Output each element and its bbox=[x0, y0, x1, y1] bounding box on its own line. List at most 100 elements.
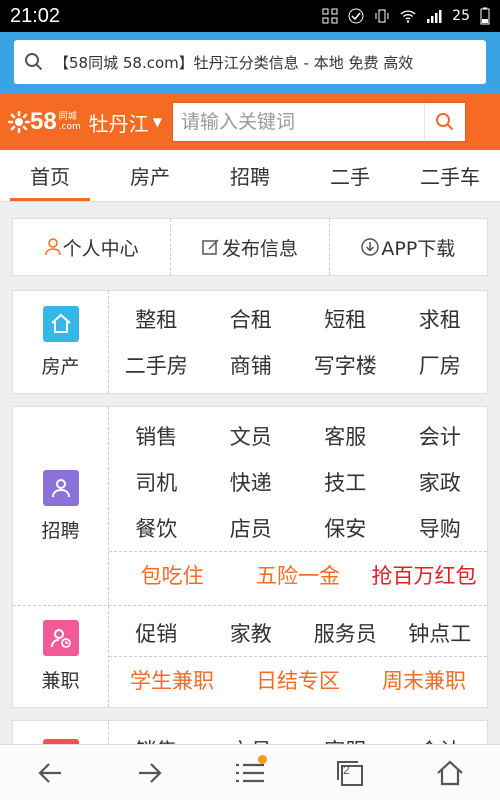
link-catering[interactable]: 餐饮 bbox=[109, 513, 204, 543]
logo-subtext: 同城 .com bbox=[59, 112, 81, 132]
jobs-links: 销售 文员 客服 会计 司机 快递 技工 家政 餐饮 店员 保安 导购 包吃住 … bbox=[109, 407, 487, 605]
link-office[interactable]: 写字楼 bbox=[298, 350, 393, 380]
edit-icon bbox=[202, 239, 219, 255]
jobs-card: 招聘 销售 文员 客服 会计 司机 快递 技工 家政 餐饮 店员 保安 导购 包… bbox=[12, 406, 488, 708]
category-house[interactable]: 房产 bbox=[13, 291, 109, 393]
link-room-board[interactable]: 包吃住 bbox=[109, 560, 235, 590]
scan-icon bbox=[322, 8, 338, 24]
tabs-count: 2 bbox=[343, 763, 350, 777]
link-weekend-parttime[interactable]: 周末兼职 bbox=[361, 665, 487, 695]
post-info-button[interactable]: 发布信息 bbox=[171, 219, 330, 275]
person-icon bbox=[42, 469, 79, 506]
search-input[interactable] bbox=[173, 103, 425, 141]
forward-button[interactable] bbox=[100, 745, 200, 800]
link-clerk[interactable]: 文员 bbox=[204, 421, 299, 451]
link-hourly-worker[interactable]: 钟点工 bbox=[393, 618, 488, 648]
wifi-icon bbox=[400, 10, 416, 23]
check-circle-icon bbox=[348, 8, 364, 24]
personal-center-label: 个人中心 bbox=[62, 237, 139, 260]
link-accountant[interactable]: 会计 bbox=[393, 421, 488, 451]
user-icon bbox=[44, 238, 61, 256]
category-label: 房产 bbox=[41, 355, 80, 378]
link-waiter[interactable]: 服务员 bbox=[298, 618, 393, 648]
tab-secondhand[interactable]: 二手 bbox=[300, 150, 400, 201]
link-shop-assistant[interactable]: 店员 bbox=[204, 513, 299, 543]
search-box bbox=[172, 102, 467, 142]
link-driver[interactable]: 司机 bbox=[109, 467, 204, 497]
link-shop[interactable]: 商铺 bbox=[204, 350, 299, 380]
link-insurance-benefits[interactable]: 五险一金 bbox=[235, 560, 361, 590]
link-promotion[interactable]: 促销 bbox=[109, 618, 204, 648]
tabs-icon bbox=[337, 760, 363, 786]
category-jobs[interactable]: 招聘 bbox=[13, 407, 109, 605]
parttime-icon bbox=[42, 620, 79, 656]
link-shared-rent[interactable]: 合租 bbox=[204, 304, 299, 334]
url-text: 【58同城 58.com】牡丹江分类信息 - 本地 免费 高效 bbox=[54, 53, 414, 72]
link-housekeeping[interactable]: 家政 bbox=[393, 467, 488, 497]
tab-home[interactable]: 首页 bbox=[0, 150, 100, 201]
link-factory[interactable]: 厂房 bbox=[393, 350, 488, 380]
link-student-parttime[interactable]: 学生兼职 bbox=[109, 665, 235, 695]
house-section: 房产 整租 合租 短租 求租 二手房 商铺 写字楼 厂房 bbox=[13, 291, 487, 393]
city-selector[interactable]: 牡丹江 ▼ bbox=[89, 108, 162, 137]
link-second-hand-house[interactable]: 二手房 bbox=[109, 350, 204, 380]
link-technician[interactable]: 技工 bbox=[298, 467, 393, 497]
house-icon bbox=[42, 305, 79, 342]
signal-icon bbox=[427, 10, 442, 23]
link-daily-pay[interactable]: 日结专区 bbox=[235, 665, 361, 695]
link-sales[interactable]: 销售 bbox=[109, 421, 204, 451]
logo-sun-icon bbox=[8, 111, 30, 133]
arrow-right-icon bbox=[139, 762, 162, 783]
city-name: 牡丹江 bbox=[88, 111, 149, 136]
link-whole-rent[interactable]: 整租 bbox=[109, 304, 204, 334]
post-info-label: 发布信息 bbox=[221, 237, 298, 260]
house-card: 房产 整租 合租 短租 求租 二手房 商铺 写字楼 厂房 bbox=[12, 290, 488, 394]
app-download-button[interactable]: APP下载 bbox=[330, 219, 487, 275]
jobs-section: 招聘 销售 文员 客服 会计 司机 快递 技工 家政 餐饮 店员 保安 导购 包… bbox=[13, 407, 487, 605]
back-button[interactable] bbox=[0, 745, 100, 800]
tab-house[interactable]: 房产 bbox=[100, 150, 200, 201]
notification-dot bbox=[258, 755, 267, 764]
logo[interactable]: 58 同城 .com bbox=[8, 108, 81, 136]
link-customer-service[interactable]: 客服 bbox=[298, 421, 393, 451]
nav-tabs: 首页 房产 招聘 二手 二手车 bbox=[0, 150, 500, 202]
category-label: 兼职 bbox=[41, 670, 80, 692]
status-bar: 21:02 25 bbox=[0, 0, 500, 32]
menu-icon bbox=[236, 763, 264, 782]
tabs-button[interactable]: 2 bbox=[300, 745, 400, 800]
site-header: 58 同城 .com 牡丹江 ▼ bbox=[0, 94, 500, 150]
parttime-section: 兼职 促销 家教 服务员 钟点工 学生兼职 日结专区 周末兼职 bbox=[13, 605, 487, 707]
link-shopping-guide[interactable]: 导购 bbox=[393, 513, 488, 543]
battery-icon bbox=[480, 7, 490, 25]
battery-level: 25 bbox=[452, 8, 470, 24]
logo-sub-bottom: .com bbox=[58, 122, 81, 132]
link-short-rent[interactable]: 短租 bbox=[298, 304, 393, 334]
url-field[interactable]: 【58同城 58.com】牡丹江分类信息 - 本地 免费 高效 bbox=[14, 40, 486, 84]
link-tutor[interactable]: 家教 bbox=[204, 618, 299, 648]
home-icon bbox=[437, 760, 463, 785]
category-label: 招聘 bbox=[41, 519, 80, 542]
quick-actions: 个人中心 发布信息 APP下载 bbox=[12, 218, 488, 276]
search-icon bbox=[25, 53, 43, 71]
tab-jobs[interactable]: 招聘 bbox=[200, 150, 300, 201]
category-parttime[interactable]: 兼职 bbox=[13, 606, 109, 707]
download-icon bbox=[361, 238, 380, 256]
link-security[interactable]: 保安 bbox=[298, 513, 393, 543]
status-time: 21:02 bbox=[10, 4, 61, 27]
link-red-packet[interactable]: 抢百万红包 bbox=[361, 560, 487, 590]
browser-bottom-bar: 2 bbox=[0, 744, 500, 800]
app-download-label: APP下载 bbox=[381, 237, 456, 260]
link-courier[interactable]: 快递 bbox=[204, 467, 299, 497]
browser-url-bar: 【58同城 58.com】牡丹江分类信息 - 本地 免费 高效 bbox=[0, 32, 500, 94]
tab-used-cars[interactable]: 二手车 bbox=[400, 150, 500, 201]
personal-center-button[interactable]: 个人中心 bbox=[13, 219, 172, 275]
caret-down-icon: ▼ bbox=[152, 115, 163, 129]
link-seek-rent[interactable]: 求租 bbox=[393, 304, 488, 334]
home-button[interactable] bbox=[400, 745, 500, 800]
vibrate-icon bbox=[375, 9, 389, 23]
arrow-left-icon bbox=[38, 762, 61, 783]
search-button[interactable] bbox=[424, 103, 465, 141]
parttime-links: 促销 家教 服务员 钟点工 学生兼职 日结专区 周末兼职 bbox=[109, 606, 487, 707]
search-icon bbox=[436, 113, 454, 131]
menu-button[interactable] bbox=[200, 745, 300, 800]
